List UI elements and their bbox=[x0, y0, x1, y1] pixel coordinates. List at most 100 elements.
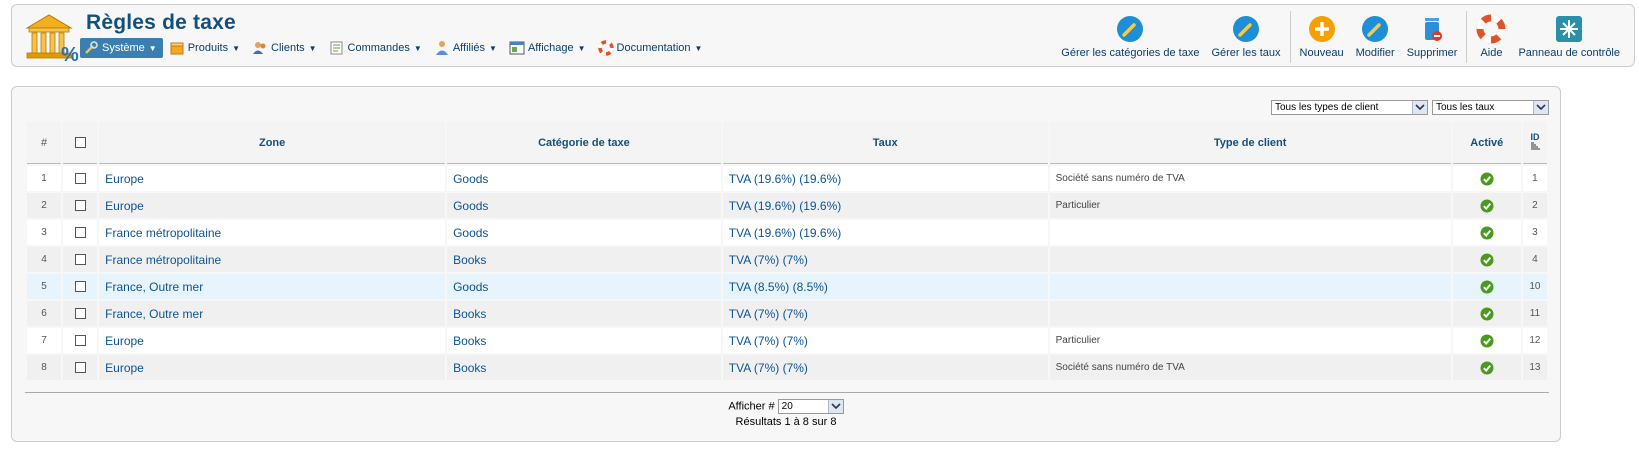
row-checkbox-cell bbox=[63, 220, 98, 245]
col-id[interactable]: ID bbox=[1522, 122, 1547, 164]
edit-button[interactable]: Modifier bbox=[1350, 11, 1401, 63]
rate-link[interactable]: TVA (19.6%) (19.6%) bbox=[729, 226, 842, 240]
row-checkbox[interactable] bbox=[74, 362, 86, 374]
zone-link[interactable]: France métropolitaine bbox=[105, 226, 221, 240]
check-icon[interactable] bbox=[1480, 307, 1494, 321]
id-cell: 2 bbox=[1522, 193, 1547, 218]
menu-label: Affichage bbox=[527, 42, 574, 54]
tool-label: Aide bbox=[1480, 47, 1503, 59]
dropdown-arrow-icon bbox=[827, 400, 843, 413]
tool-label: Gérer les taux bbox=[1211, 47, 1281, 59]
rate-link[interactable]: TVA (7%) (7%) bbox=[729, 253, 808, 267]
check-icon[interactable] bbox=[1480, 253, 1494, 267]
zone-link[interactable]: Europe bbox=[105, 334, 144, 348]
manage-categories-button[interactable]: Gérer les catégories de taxe bbox=[1055, 11, 1205, 63]
menu-label: Système bbox=[102, 42, 145, 54]
table-row[interactable]: 4 France métropolitaine Books TVA (7%) (7%)… bbox=[27, 247, 1547, 272]
row-checkbox[interactable] bbox=[74, 173, 86, 185]
check-icon[interactable] bbox=[1480, 199, 1494, 213]
row-checkbox[interactable] bbox=[74, 254, 86, 266]
rate-cell: TVA (7%) (7%) bbox=[722, 301, 1048, 326]
table-row[interactable]: 6 France, Outre mer Books TVA (7%) (7%) 11 bbox=[27, 301, 1547, 326]
tax-rules-table: # Zone Catégorie de taxe Taux Type de cl… bbox=[25, 120, 1549, 382]
row-checkbox[interactable] bbox=[74, 335, 86, 347]
toolbar-divider bbox=[1466, 11, 1468, 63]
menu-affichage[interactable]: Affichage ▼ bbox=[506, 38, 592, 58]
rate-link[interactable]: TVA (7%) (7%) bbox=[729, 334, 808, 348]
rate-link[interactable]: TVA (19.6%) (19.6%) bbox=[729, 199, 842, 213]
check-icon[interactable] bbox=[1480, 361, 1494, 375]
category-link[interactable]: Books bbox=[453, 307, 486, 321]
col-active[interactable]: Activé bbox=[1452, 122, 1521, 164]
check-icon[interactable] bbox=[1480, 172, 1494, 186]
table-row[interactable]: 7 Europe Books TVA (7%) (7%) Particulier 12 bbox=[27, 328, 1547, 353]
menu-produits[interactable]: Produits ▼ bbox=[166, 38, 246, 58]
menu-affilies[interactable]: Affiliés ▼ bbox=[431, 38, 503, 58]
col-category[interactable]: Catégorie de taxe bbox=[447, 122, 721, 164]
row-checkbox[interactable] bbox=[74, 227, 86, 239]
row-checkbox[interactable] bbox=[74, 281, 86, 293]
manage-rates-button[interactable]: Gérer les taux bbox=[1205, 11, 1286, 63]
rate-link[interactable]: TVA (7%) (7%) bbox=[729, 361, 808, 375]
table-row[interactable]: 1 Europe Goods TVA (19.6%) (19.6%) Société s… bbox=[27, 166, 1547, 191]
client-type-cell bbox=[1049, 274, 1451, 299]
menu-commandes[interactable]: Commandes ▼ bbox=[326, 38, 428, 58]
check-icon[interactable] bbox=[1480, 280, 1494, 294]
help-button[interactable]: Aide bbox=[1470, 11, 1512, 63]
rate-cell: TVA (8.5%) (8.5%) bbox=[722, 274, 1048, 299]
category-link[interactable]: Goods bbox=[453, 226, 488, 240]
rate-link[interactable]: TVA (8.5%) (8.5%) bbox=[729, 280, 828, 294]
menu-documentation[interactable]: Documentation ▼ bbox=[595, 38, 709, 58]
control-panel-button[interactable]: Panneau de contrôle bbox=[1512, 11, 1626, 63]
col-zone[interactable]: Zone bbox=[99, 122, 446, 164]
check-icon[interactable] bbox=[1480, 226, 1494, 240]
client-type-filter[interactable]: Tous les types de client bbox=[1271, 100, 1428, 115]
row-number: 2 bbox=[27, 193, 62, 218]
category-cell: Goods bbox=[447, 220, 721, 245]
table-row[interactable]: 2 Europe Goods TVA (19.6%) (19.6%) Particuli… bbox=[27, 193, 1547, 218]
menu-systeme[interactable]: Système ▼ bbox=[80, 38, 163, 58]
category-link[interactable]: Goods bbox=[453, 199, 488, 213]
new-button[interactable]: Nouveau bbox=[1294, 11, 1350, 63]
id-cell: 3 bbox=[1522, 220, 1547, 245]
zone-link[interactable]: France métropolitaine bbox=[105, 253, 221, 267]
rate-link[interactable]: TVA (19.6%) (19.6%) bbox=[729, 172, 842, 186]
category-link[interactable]: Books bbox=[453, 334, 486, 348]
table-row[interactable]: 3 France métropolitaine Goods TVA (19.6%) (… bbox=[27, 220, 1547, 245]
checkbox[interactable] bbox=[74, 137, 86, 149]
zone-link[interactable]: France, Outre mer bbox=[105, 307, 203, 321]
zone-link[interactable]: Europe bbox=[105, 361, 144, 375]
lifebuoy-icon bbox=[597, 40, 614, 56]
zone-link[interactable]: Europe bbox=[105, 199, 144, 213]
zone-link[interactable]: Europe bbox=[105, 172, 144, 186]
id-cell: 12 bbox=[1522, 328, 1547, 353]
sort-icon bbox=[1530, 142, 1540, 149]
zone-link[interactable]: France, Outre mer bbox=[105, 280, 203, 294]
col-client-type[interactable]: Type de client bbox=[1049, 122, 1451, 164]
limit-select[interactable]: 20 bbox=[777, 399, 844, 414]
rate-link[interactable]: TVA (7%) (7%) bbox=[729, 307, 808, 321]
row-number: 6 bbox=[27, 301, 62, 326]
filter-value: Tous les types de client bbox=[1275, 102, 1379, 113]
category-cell: Goods bbox=[447, 166, 721, 191]
category-link[interactable]: Books bbox=[453, 253, 486, 267]
check-icon[interactable] bbox=[1480, 334, 1494, 348]
table-row[interactable]: 8 Europe Books TVA (7%) (7%) Société sans nu… bbox=[27, 355, 1547, 380]
menu-clients[interactable]: Clients ▼ bbox=[249, 38, 323, 58]
category-link[interactable]: Goods bbox=[453, 280, 488, 294]
category-link[interactable]: Goods bbox=[453, 172, 488, 186]
select-all-checkbox[interactable] bbox=[63, 122, 98, 164]
zone-cell: France, Outre mer bbox=[99, 274, 446, 299]
category-link[interactable]: Books bbox=[453, 361, 486, 375]
table-row[interactable]: 5 France, Outre mer Goods TVA (8.5%) (8.5%)… bbox=[27, 274, 1547, 299]
limit-value: 20 bbox=[781, 401, 793, 412]
delete-button[interactable]: Supprimer bbox=[1401, 11, 1464, 63]
row-checkbox[interactable] bbox=[74, 200, 86, 212]
client-type-cell: Particulier bbox=[1049, 193, 1451, 218]
row-checkbox[interactable] bbox=[74, 308, 86, 320]
active-cell bbox=[1452, 301, 1521, 326]
menu-label: Clients bbox=[271, 42, 305, 54]
rate-filter[interactable]: Tous les taux bbox=[1432, 100, 1549, 115]
col-rate[interactable]: Taux bbox=[722, 122, 1048, 164]
active-cell bbox=[1452, 355, 1521, 380]
